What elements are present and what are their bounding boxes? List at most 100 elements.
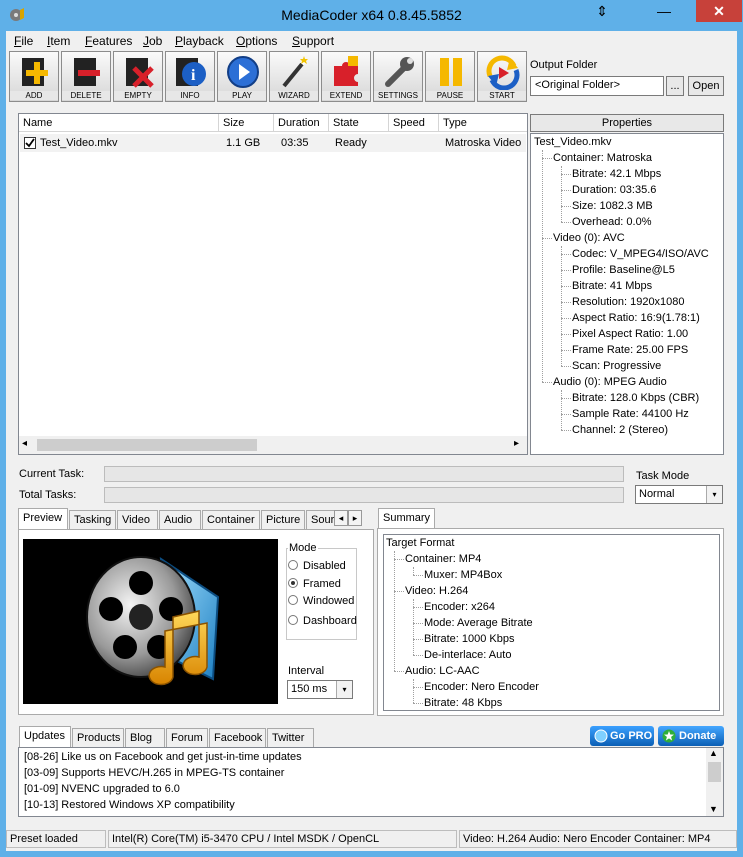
tree-leaf[interactable]: Codec: V_MPEG4/ISO/AVC — [572, 248, 709, 260]
tree-root[interactable]: Target Format — [386, 537, 454, 549]
tree-leaf[interactable]: Bitrate: 42.1 Mbps — [572, 168, 661, 180]
tab-container[interactable]: Container — [202, 510, 260, 530]
play-button[interactable]: PLAY — [217, 51, 267, 102]
scroll-down-icon[interactable]: ▼ — [709, 804, 718, 814]
empty-button[interactable]: EMPTY — [113, 51, 163, 102]
tree-leaf[interactable]: Resolution: 1920x1080 — [572, 296, 685, 308]
column-duration[interactable]: Duration — [274, 114, 329, 132]
go-pro-button[interactable]: Go PRO — [590, 726, 654, 746]
tree-node-audio[interactable]: Audio: LC-AAC — [405, 665, 480, 677]
tree-leaf[interactable]: Bitrate: 128.0 Kbps (CBR) — [572, 392, 699, 404]
browse-folder-button[interactable]: ... — [666, 76, 684, 96]
tree-leaf[interactable]: Size: 1082.3 MB — [572, 200, 653, 212]
tab-products[interactable]: Products — [72, 728, 124, 748]
menu-item[interactable]: Item — [47, 34, 70, 48]
delete-button[interactable]: DELETE — [61, 51, 111, 102]
chevron-down-icon[interactable]: ▾ — [706, 486, 722, 503]
tree-root[interactable]: Test_Video.mkv — [534, 136, 611, 148]
updates-list[interactable]: [08-26] Like us on Facebook and get just… — [18, 747, 724, 817]
wizard-button[interactable]: WIZARD — [269, 51, 319, 102]
menu-job[interactable]: Job — [143, 34, 162, 48]
scrollbar-thumb[interactable] — [37, 439, 257, 451]
tree-node-container[interactable]: Container: MP4 — [405, 553, 481, 565]
tab-blog[interactable]: Blog — [125, 728, 165, 748]
tree-leaf[interactable]: Pixel Aspect Ratio: 1.00 — [572, 328, 688, 340]
output-folder-field[interactable]: <Original Folder> — [530, 76, 664, 96]
tree-leaf[interactable]: Bitrate: 1000 Kbps — [424, 633, 515, 645]
donate-button[interactable]: Donate — [658, 726, 724, 746]
tab-source[interactable]: Sour — [306, 510, 334, 530]
open-folder-button[interactable]: Open — [688, 76, 724, 96]
tree-leaf[interactable]: Sample Rate: 44100 Hz — [572, 408, 689, 420]
tree-leaf[interactable]: Encoder: Nero Encoder — [424, 681, 539, 693]
menu-playback[interactable]: Playback — [175, 34, 224, 48]
column-state[interactable]: State — [329, 114, 389, 132]
start-button[interactable]: START — [477, 51, 527, 102]
tree-leaf[interactable]: Muxer: MP4Box — [424, 569, 502, 581]
summary-tree[interactable]: Target Format Container: MP4 Muxer: MP4B… — [383, 534, 720, 711]
column-type[interactable]: Type — [439, 114, 527, 132]
menu-options[interactable]: Options — [236, 34, 277, 48]
tab-tasking[interactable]: Tasking — [69, 510, 116, 530]
menu-features[interactable]: Features — [85, 34, 132, 48]
scroll-left-icon[interactable]: ◂ — [22, 438, 27, 449]
vertical-scrollbar[interactable]: ▲ ▼ — [706, 748, 723, 816]
minimize-button[interactable]: — — [651, 0, 677, 22]
tab-scroll-right-icon[interactable]: ▸ — [348, 510, 362, 526]
scroll-up-icon[interactable]: ▲ — [709, 748, 718, 758]
tree-leaf[interactable]: Scan: Progressive — [572, 360, 661, 372]
pause-button[interactable]: PAUSE — [425, 51, 475, 102]
tree-leaf[interactable]: De-interlace: Auto — [424, 649, 511, 661]
menu-support[interactable]: Support — [292, 34, 334, 48]
tree-node-video[interactable]: Video (0): AVC — [553, 232, 625, 244]
mode-dashboard-radio[interactable]: Dashboard — [288, 615, 357, 627]
tree-node-video[interactable]: Video: H.264 — [405, 585, 468, 597]
tab-scroll-left-icon[interactable]: ◂ — [334, 510, 348, 526]
tree-node-container[interactable]: Container: Matroska — [553, 152, 652, 164]
tree-leaf[interactable]: Mode: Average Bitrate — [424, 617, 533, 629]
tree-leaf[interactable]: Frame Rate: 25.00 FPS — [572, 344, 688, 356]
tree-leaf[interactable]: Bitrate: 41 Mbps — [572, 280, 652, 292]
tab-audio[interactable]: Audio — [159, 510, 201, 530]
menu-file[interactable]: File — [14, 34, 33, 48]
tab-preview[interactable]: Preview — [18, 508, 68, 530]
tab-facebook[interactable]: Facebook — [209, 728, 266, 748]
info-button[interactable]: i INFO — [165, 51, 215, 102]
mode-windowed-radio[interactable]: Windowed — [288, 595, 354, 607]
scroll-right-icon[interactable]: ▸ — [514, 438, 519, 449]
column-name[interactable]: Name — [19, 114, 219, 132]
tree-leaf[interactable]: Channel: 2 (Stereo) — [572, 424, 668, 436]
horizontal-scrollbar[interactable]: ◂ ▸ — [19, 436, 527, 454]
properties-header[interactable]: Properties — [530, 114, 724, 132]
row-checkbox[interactable] — [24, 137, 36, 149]
properties-tree[interactable]: Test_Video.mkv Container: Matroska Bitra… — [530, 133, 724, 455]
tab-updates[interactable]: Updates — [19, 726, 71, 748]
task-mode-select[interactable]: Normal ▾ — [635, 485, 723, 504]
add-button[interactable]: ADD — [9, 51, 59, 102]
close-button[interactable]: ✕ — [696, 0, 742, 22]
tab-picture[interactable]: Picture — [261, 510, 305, 530]
list-item[interactable]: [08-26] Like us on Facebook and get just… — [24, 751, 302, 763]
tab-forum[interactable]: Forum — [166, 728, 208, 748]
tree-leaf[interactable]: Encoder: x264 — [424, 601, 495, 613]
mode-disabled-radio[interactable]: Disabled — [288, 560, 346, 572]
file-list[interactable]: Name Size Duration State Speed Type Test… — [18, 113, 528, 455]
tree-leaf[interactable]: Duration: 03:35.6 — [572, 184, 656, 196]
tab-twitter[interactable]: Twitter — [267, 728, 314, 748]
chevron-down-icon[interactable]: ▾ — [336, 681, 352, 698]
mode-framed-radio[interactable]: Framed — [288, 578, 341, 590]
column-speed[interactable]: Speed — [389, 114, 439, 132]
tab-summary[interactable]: Summary — [378, 508, 435, 530]
list-item[interactable]: [10-13] Restored Windows XP compatibilit… — [24, 799, 235, 811]
column-size[interactable]: Size — [219, 114, 274, 132]
list-item[interactable]: [01-09] NVENC upgraded to 6.0 — [24, 783, 180, 795]
tree-node-audio[interactable]: Audio (0): MPEG Audio — [553, 376, 667, 388]
list-item[interactable]: [03-09] Supports HEVC/H.265 in MPEG-TS c… — [24, 767, 284, 779]
settings-button[interactable]: SETTINGS — [373, 51, 423, 102]
interval-select[interactable]: 150 ms ▾ — [287, 680, 353, 699]
extend-button[interactable]: EXTEND — [321, 51, 371, 102]
tree-leaf[interactable]: Bitrate: 48 Kbps — [424, 697, 502, 709]
restore-button[interactable]: ⇕ — [589, 0, 615, 22]
tab-video[interactable]: Video — [117, 510, 158, 530]
tree-leaf[interactable]: Overhead: 0.0% — [572, 216, 652, 228]
